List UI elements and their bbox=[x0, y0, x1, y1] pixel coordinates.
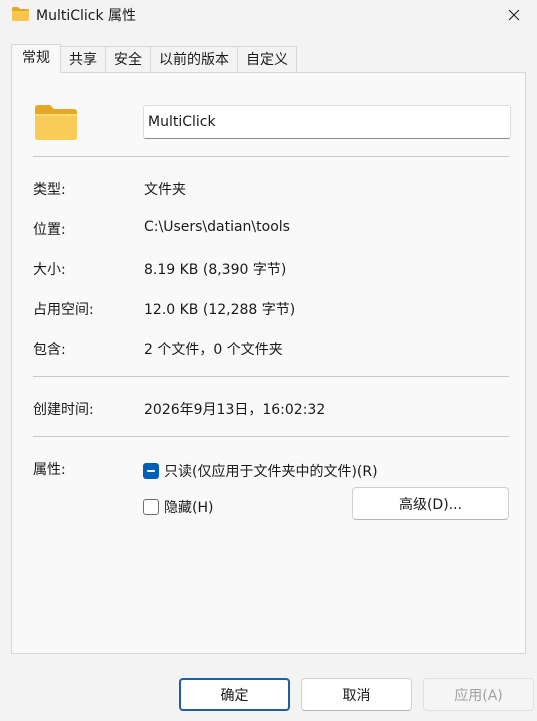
folder-icon bbox=[35, 105, 77, 140]
created-label: 创建时间: bbox=[33, 402, 94, 418]
type-value: 文件夹 bbox=[144, 182, 186, 198]
folder-icon bbox=[12, 7, 29, 21]
hidden-checkbox-row[interactable]: 隐藏(H) bbox=[143, 497, 213, 517]
readonly-checkbox-label: 只读(仅应用于文件夹中的文件)(R) bbox=[164, 464, 378, 480]
window-title: MultiClick 属性 bbox=[36, 8, 137, 24]
close-icon bbox=[508, 9, 520, 21]
divider bbox=[33, 436, 509, 437]
size-on-disk-label: 占用空间: bbox=[33, 302, 94, 318]
general-panel: 类型: 文件夹 位置: C:\Users\datian\tools 大小: 8.… bbox=[11, 72, 526, 654]
tab-previous-versions[interactable]: 以前的版本 bbox=[151, 46, 238, 73]
cancel-button[interactable]: 取消 bbox=[301, 678, 412, 711]
advanced-button[interactable]: 高级(D)... bbox=[352, 487, 509, 520]
apply-button[interactable]: 应用(A) bbox=[423, 678, 534, 711]
title-bar: MultiClick 属性 bbox=[0, 0, 537, 30]
location-value: C:\Users\datian\tools bbox=[144, 219, 290, 235]
hidden-checkbox[interactable] bbox=[143, 499, 159, 515]
tab-customize[interactable]: 自定义 bbox=[238, 46, 297, 73]
divider bbox=[33, 376, 509, 377]
size-on-disk-value: 12.0 KB (12,288 字节) bbox=[144, 302, 296, 318]
close-button[interactable] bbox=[491, 0, 537, 30]
readonly-checkbox-row[interactable]: 只读(仅应用于文件夹中的文件)(R) bbox=[143, 461, 378, 481]
tab-strip: 常规 共享 安全 以前的版本 自定义 bbox=[11, 44, 297, 73]
type-label: 类型: bbox=[33, 182, 66, 198]
size-label: 大小: bbox=[33, 262, 66, 278]
readonly-checkbox[interactable] bbox=[143, 463, 159, 479]
hidden-checkbox-label: 隐藏(H) bbox=[164, 500, 214, 516]
created-value: 2026年9月13日，16:02:32 bbox=[144, 402, 326, 418]
divider bbox=[33, 156, 509, 157]
location-label: 位置: bbox=[33, 222, 66, 238]
contains-value: 2 个文件，0 个文件夹 bbox=[144, 342, 283, 358]
ok-button[interactable]: 确定 bbox=[179, 678, 290, 711]
attributes-label: 属性: bbox=[33, 462, 66, 478]
size-value: 8.19 KB (8,390 字节) bbox=[144, 262, 287, 278]
tab-general[interactable]: 常规 bbox=[11, 44, 61, 73]
folder-name-input[interactable] bbox=[143, 105, 511, 139]
tab-sharing[interactable]: 共享 bbox=[61, 46, 106, 73]
tab-security[interactable]: 安全 bbox=[106, 46, 151, 73]
contains-label: 包含: bbox=[33, 342, 66, 358]
